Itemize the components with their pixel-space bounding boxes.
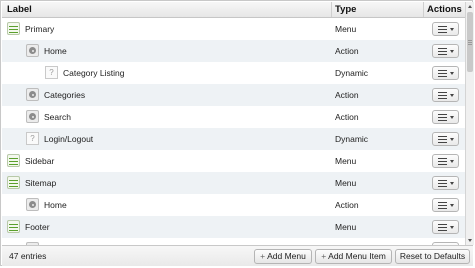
column-divider[interactable]: [423, 2, 424, 17]
chevron-down-icon: [450, 182, 454, 185]
row-type: Menu: [335, 24, 357, 34]
gear-icon: [26, 88, 39, 101]
menu-icon: [7, 22, 20, 35]
row-actions-button[interactable]: [432, 88, 459, 102]
table-row[interactable]: Categories Action: [2, 84, 465, 106]
grid-footer: 47 entries + Add Menu + Add Menu Item Rese…: [2, 245, 473, 266]
row-type: Dynamic: [335, 134, 369, 144]
row-label: Search: [44, 112, 71, 122]
chevron-down-icon: [450, 28, 454, 31]
hamburger-icon: [438, 136, 447, 138]
hamburger-icon: [438, 92, 447, 94]
add-menu-item-button[interactable]: + Add Menu Item: [315, 249, 392, 264]
row-type: Action: [335, 46, 359, 56]
gear-icon: [26, 44, 39, 57]
table-row[interactable]: Search Action: [2, 106, 465, 128]
table-row[interactable]: ? Category Listing Dynamic: [2, 62, 465, 84]
row-type: Menu: [335, 178, 357, 188]
question-icon: ?: [45, 66, 58, 79]
row-label: Categories: [44, 90, 86, 100]
hamburger-icon: [438, 70, 447, 72]
table-row[interactable]: Home Action: [2, 194, 465, 216]
hamburger-icon: [438, 114, 447, 116]
scroll-down-arrow-icon[interactable]: [466, 236, 474, 245]
row-actions-button[interactable]: [432, 176, 459, 190]
hamburger-icon: [438, 180, 447, 182]
reset-to-defaults-button[interactable]: Reset to Defaults: [395, 249, 470, 264]
add-menu-button[interactable]: + Add Menu: [254, 249, 312, 264]
row-label: Footer: [25, 222, 50, 232]
hamburger-icon: [438, 202, 447, 204]
plus-icon: +: [260, 251, 266, 261]
column-header-actions: Actions: [427, 4, 462, 15]
vertical-scrollbar[interactable]: [465, 2, 474, 245]
row-label: Home: [44, 46, 67, 56]
hamburger-icon: [438, 224, 447, 226]
table-row[interactable]: Primary Menu: [2, 18, 465, 40]
row-type: Action: [335, 112, 359, 122]
entries-count: 47 entries: [9, 251, 47, 261]
row-type: Action: [335, 200, 359, 210]
column-header-label[interactable]: Label: [7, 2, 32, 17]
row-label: Home: [44, 200, 67, 210]
hamburger-icon: [438, 158, 447, 160]
chevron-down-icon: [450, 226, 454, 229]
row-actions-button[interactable]: [432, 198, 459, 212]
grid-header: Label Type Actions: [2, 2, 465, 18]
chevron-down-icon: [450, 160, 454, 163]
chevron-down-icon: [450, 204, 454, 207]
table-row[interactable]: Home Action: [2, 40, 465, 62]
table-row[interactable]: [2, 238, 465, 245]
row-actions-button[interactable]: [432, 220, 459, 234]
row-actions-button[interactable]: [432, 66, 459, 80]
table-row[interactable]: Footer Menu: [2, 216, 465, 238]
column-header-type[interactable]: Type: [335, 2, 356, 17]
plus-icon: +: [321, 251, 327, 261]
chevron-down-icon: [450, 138, 454, 141]
row-actions-button[interactable]: [432, 110, 459, 124]
table-row[interactable]: Sitemap Menu: [2, 172, 465, 194]
row-type: Action: [335, 90, 359, 100]
chevron-down-icon: [450, 72, 454, 75]
row-actions-button[interactable]: [432, 154, 459, 168]
row-actions-button[interactable]: [432, 132, 459, 146]
row-label: Category Listing: [63, 68, 125, 78]
gear-icon: [26, 198, 39, 211]
row-actions-button[interactable]: [432, 44, 459, 58]
menu-icon: [7, 154, 20, 167]
chevron-down-icon: [450, 116, 454, 119]
menu-grid: Label Type Actions Primary Menu Home Action…: [0, 0, 474, 266]
menu-icon: [7, 176, 20, 189]
table-row[interactable]: Sidebar Menu: [2, 150, 465, 172]
row-label: Sitemap: [25, 178, 57, 188]
row-label: Sidebar: [25, 156, 55, 166]
add-menu-label: Add Menu: [267, 251, 306, 261]
row-type: Dynamic: [335, 68, 369, 78]
chevron-down-icon: [450, 94, 454, 97]
table-row[interactable]: ? Login/Logout Dynamic: [2, 128, 465, 150]
scroll-up-arrow-icon[interactable]: [466, 2, 474, 11]
add-menu-item-label: Add Menu Item: [328, 251, 386, 261]
grid-body: Primary Menu Home Action? Category Listing Dy…: [2, 18, 465, 245]
hamburger-icon: [438, 48, 447, 50]
hamburger-icon: [438, 26, 447, 28]
menu-icon: [7, 220, 20, 233]
column-divider[interactable]: [331, 2, 332, 17]
row-label: Login/Logout: [44, 134, 94, 144]
row-type: Menu: [335, 156, 357, 166]
chevron-down-icon: [450, 50, 454, 53]
question-icon: ?: [26, 132, 39, 145]
row-label: Primary: [25, 24, 55, 34]
scrollbar-thumb[interactable]: [467, 12, 473, 72]
gear-icon: [26, 110, 39, 123]
row-type: Menu: [335, 222, 357, 232]
row-actions-button[interactable]: [432, 22, 459, 36]
